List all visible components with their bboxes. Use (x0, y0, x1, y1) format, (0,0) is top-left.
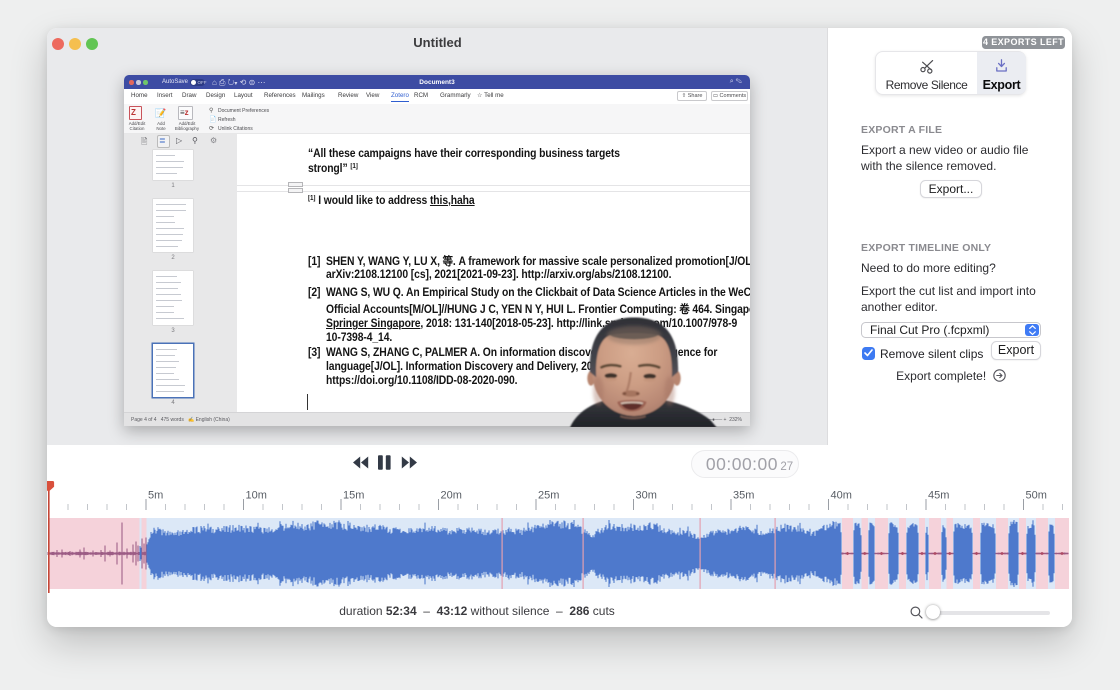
svg-text:15m: 15m (343, 490, 364, 502)
svg-text:35m: 35m (733, 490, 754, 502)
svg-text:5m: 5m (148, 490, 163, 502)
svg-text:40m: 40m (831, 490, 852, 502)
svg-text:45m: 45m (928, 490, 949, 502)
svg-text:50m: 50m (1026, 490, 1047, 502)
svg-text:25m: 25m (538, 490, 559, 502)
svg-text:20m: 20m (441, 490, 462, 502)
svg-text:10m: 10m (246, 490, 267, 502)
svg-text:30m: 30m (636, 490, 657, 502)
